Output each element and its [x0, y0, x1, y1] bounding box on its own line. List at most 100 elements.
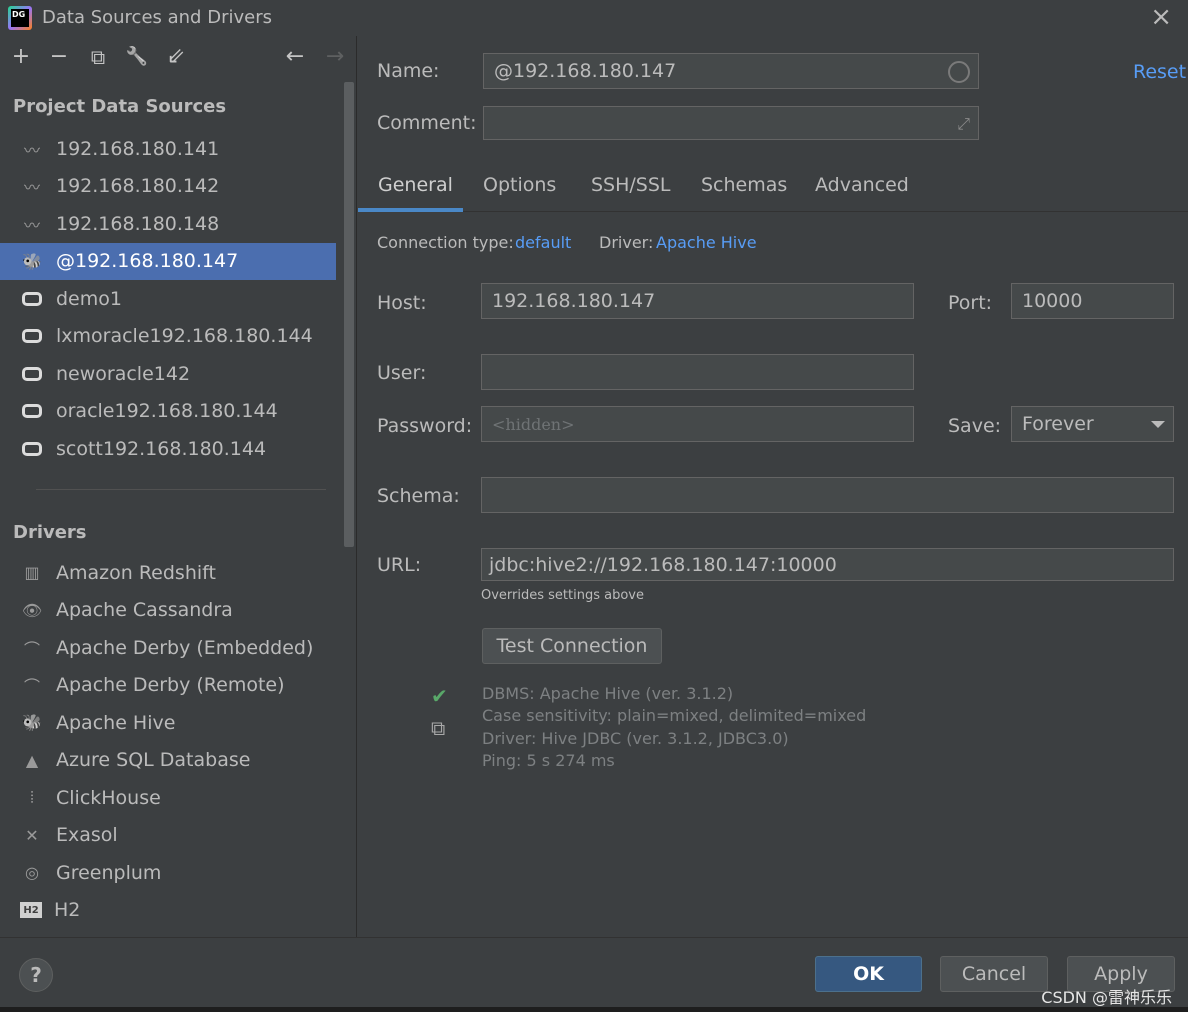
data-source-item[interactable]: neworacle142 [0, 355, 336, 393]
data-source-label: 192.168.180.142 [56, 175, 220, 198]
driver-item[interactable]: ⦙ ClickHouse [0, 779, 336, 817]
add-icon[interactable]: + [8, 44, 34, 70]
data-source-item[interactable]: 〰 192.168.180.141 [0, 130, 336, 168]
data-source-item[interactable]: 〰 192.168.180.148 [0, 205, 336, 243]
tab-advanced[interactable]: Advanced [815, 174, 909, 196]
name-label: Name: [377, 60, 440, 82]
tab-options[interactable]: Options [483, 174, 556, 196]
oracle-icon [20, 288, 44, 310]
status-driver: Driver: Hive JDBC (ver. 3.1.2, JDBC3.0) [482, 729, 789, 748]
data-source-label: oracle192.168.180.144 [56, 400, 278, 423]
driver-label: Exasol [56, 824, 118, 847]
driver-item[interactable]: ▥ Amazon Redshift [0, 554, 336, 592]
data-source-label: lxmoracle192.168.180.144 [56, 325, 313, 348]
tab-ssh-ssl[interactable]: SSH/SSL [591, 174, 671, 196]
port-field[interactable]: 10000 [1011, 283, 1174, 319]
connection-settings-panel: Name: @192.168.180.147 Reset Comment: ⤢ … [358, 36, 1188, 937]
data-source-item[interactable]: 🐝 @192.168.180.147 [0, 242, 336, 280]
host-field[interactable]: 192.168.180.147 [481, 283, 914, 319]
driver-label: Amazon Redshift [56, 561, 216, 584]
tab-schemas[interactable]: Schemas [701, 174, 787, 196]
port-label: Port: [948, 292, 993, 314]
oracle-ring-shape [22, 291, 42, 306]
derby-hat-icon: ⌒ [23, 677, 40, 697]
redshift-icon: ▥ [24, 563, 40, 583]
oracle-icon [20, 363, 44, 385]
save-select-value: Forever [1022, 413, 1094, 435]
connection-type-label: Connection type: [377, 233, 514, 252]
mysql-dolphin-icon: 〰 [23, 140, 40, 160]
tab-general[interactable]: General [378, 174, 453, 196]
save-select[interactable]: Forever [1011, 406, 1174, 442]
driver-label: Apache Hive [56, 711, 176, 734]
driver-label: Apache Derby (Remote) [56, 674, 285, 697]
url-field[interactable]: jdbc:hive2://192.168.180.147:10000 [481, 548, 1174, 581]
dialog-footer: ? OK Cancel Apply CSDN @雷神乐乐 [0, 937, 1188, 1012]
drivers-heading: Drivers [13, 522, 87, 543]
test-connection-button[interactable]: Test Connection [482, 628, 662, 664]
expand-icon[interactable]: ⤢ [957, 114, 970, 134]
derby-hat-icon: ⌒ [23, 639, 40, 659]
forward-arrow-icon[interactable]: → [322, 44, 348, 70]
name-field[interactable]: @192.168.180.147 [483, 53, 979, 89]
sidebar-toolbar: + − ⧉ 🔧 ⇙ ← → [0, 36, 357, 80]
status-dbms: DBMS: Apache Hive (ver. 3.1.2) [482, 684, 734, 703]
schema-field[interactable] [481, 477, 1174, 513]
driver-label: Greenplum [56, 861, 162, 884]
close-icon[interactable]: × [1150, 4, 1172, 30]
data-source-item[interactable]: lxmoracle192.168.180.144 [0, 318, 336, 356]
driver-item[interactable]: ▲ Azure SQL Database [0, 742, 336, 780]
driver-item[interactable]: ◎ Greenplum [0, 854, 336, 892]
datagrip-logo-icon: DG [8, 6, 32, 30]
import-icon[interactable]: ⇙ [163, 44, 189, 70]
driver-item[interactable]: ⌒ Apache Derby (Remote) [0, 667, 336, 705]
data-source-label: neworacle142 [56, 362, 191, 385]
settings-tabs: General Options SSH/SSL Schemas Advanced [358, 164, 1188, 212]
data-source-item[interactable]: scott192.168.180.144 [0, 430, 336, 468]
save-label: Save: [948, 415, 1002, 437]
greenplum-circle-icon: ◎ [25, 863, 39, 883]
oracle-icon [20, 438, 44, 460]
data-source-item[interactable]: demo1 [0, 280, 336, 318]
title-bar: DG Data Sources and Drivers × [0, 0, 1188, 36]
project-data-sources-heading: Project Data Sources [13, 96, 227, 117]
copy-icon[interactable]: ⧉ [431, 716, 445, 740]
password-field[interactable]: <hidden> [481, 406, 914, 442]
color-circle-icon[interactable] [948, 61, 970, 83]
hive-bee-icon: 🐝 [22, 251, 42, 271]
driver-item[interactable]: ✕ Exasol [0, 817, 336, 855]
data-source-label: @192.168.180.147 [56, 250, 239, 273]
driver-item[interactable]: 🐝 Apache Hive [0, 704, 336, 742]
data-source-item[interactable]: oracle192.168.180.144 [0, 393, 336, 431]
help-button[interactable]: ? [19, 958, 53, 992]
back-arrow-icon[interactable]: ← [282, 44, 308, 70]
mysql-dolphin-icon: 〰 [23, 215, 40, 235]
data-source-item[interactable]: 〰 192.168.180.142 [0, 168, 336, 206]
user-field[interactable] [481, 354, 914, 390]
ok-button[interactable]: OK [815, 956, 922, 992]
oracle-ring-shape [22, 329, 42, 344]
driver-item[interactable]: ⌒ Apache Derby (Embedded) [0, 629, 336, 667]
driver-list: ▥ Amazon Redshift 👁 Apache Cassandra ⌒ Apache… [0, 554, 336, 929]
user-label: User: [377, 362, 427, 384]
driver-link[interactable]: Apache Hive [656, 233, 757, 252]
cancel-button[interactable]: Cancel [940, 956, 1048, 992]
reset-link[interactable]: Reset [1133, 61, 1186, 83]
oracle-ring-shape [22, 366, 42, 381]
driver-item[interactable]: H2 H2 [0, 892, 336, 930]
hive-bee-icon: 🐝 [22, 713, 42, 733]
oracle-ring-shape [22, 441, 42, 456]
left-panel: + − ⧉ 🔧 ⇙ ← → Project Data Sources 〰 192.… [0, 36, 357, 937]
remove-icon[interactable]: − [46, 44, 72, 70]
chevron-down-icon [1151, 421, 1165, 428]
connection-type-link[interactable]: default [515, 233, 571, 252]
wrench-icon[interactable]: 🔧 [124, 44, 150, 70]
driver-label: Driver: [599, 233, 654, 252]
duplicate-icon[interactable]: ⧉ [85, 44, 111, 70]
sidebar-scrollbar[interactable] [344, 82, 354, 547]
status-case-sensitivity: Case sensitivity: plain=mixed, delimited… [482, 706, 867, 725]
clickhouse-bars-icon: ⦙ [30, 787, 34, 807]
comment-field[interactable]: ⤢ [483, 106, 979, 140]
driver-item[interactable]: 👁 Apache Cassandra [0, 592, 336, 630]
driver-label: Azure SQL Database [56, 749, 251, 772]
